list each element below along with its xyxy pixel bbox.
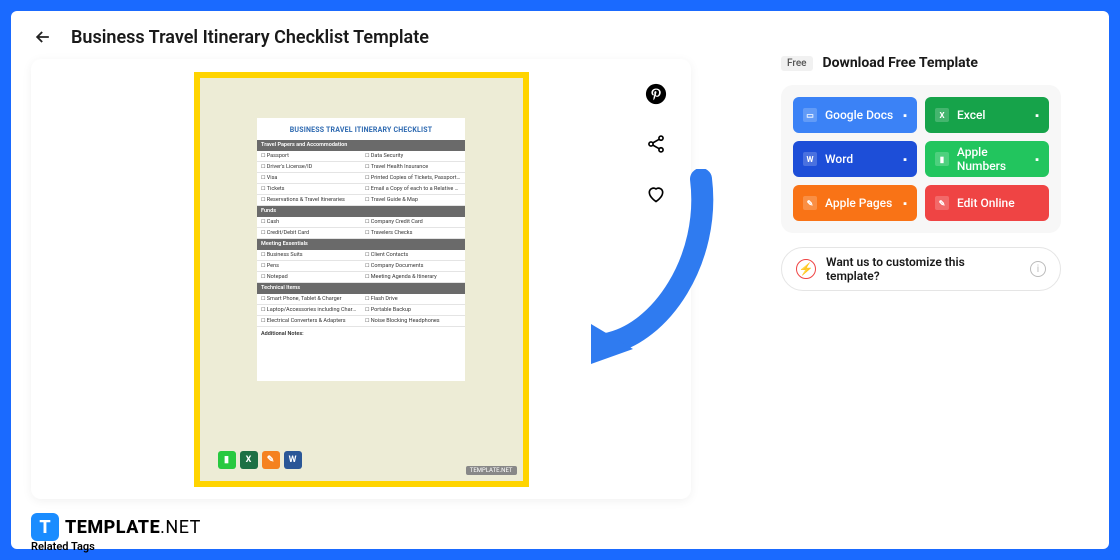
section-heading: Meeting Essentials	[257, 239, 465, 250]
free-badge: Free	[781, 56, 813, 71]
sidebar: Free Download Free Template ▭ Google Docs…	[781, 55, 1061, 499]
checklist-row: Driver's License/IDTravel Health Insuran…	[257, 162, 465, 173]
checklist-cell: Portable Backup	[361, 305, 465, 315]
checklist-row: Laptop/Accessories including ChargerPort…	[257, 305, 465, 316]
excel-icon: X	[240, 451, 258, 469]
checklist-cell: Client Contacts	[361, 250, 465, 260]
download-buttons-panel: ▭ Google Docs ▪ X Excel ▪ W Word ▪ ▮ Apple Numb…	[781, 85, 1061, 233]
section-heading: Funds	[257, 206, 465, 217]
share-icons	[645, 83, 667, 205]
checklist-row: Business SuitsClient Contacts	[257, 250, 465, 261]
checklist-cell: Company Credit Card	[361, 217, 465, 227]
checklist-cell: Flash Drive	[361, 294, 465, 304]
apple-numbers-button[interactable]: ▮ Apple Numbers▪	[925, 141, 1049, 177]
customize-button[interactable]: ⚡ Want us to customize this template? i	[781, 247, 1061, 291]
info-icon: i	[1030, 261, 1046, 277]
file-icon: ▪	[903, 109, 907, 122]
button-label: Excel	[957, 108, 985, 122]
logo-text: TEMPLATE.NET	[65, 517, 201, 538]
checklist-cell: Cash	[257, 217, 361, 227]
pages-btn-icon: ✎	[803, 196, 817, 210]
site-logo[interactable]: T TEMPLATE.NET	[31, 513, 201, 541]
back-button[interactable]	[31, 25, 55, 49]
checklist-row: TicketsEmail a Copy of each to a Relativ…	[257, 184, 465, 195]
customize-label: Want us to customize this template?	[826, 255, 1020, 283]
watermark-badge: TEMPLATE.NET	[466, 466, 517, 475]
preview-card: BUSINESS TRAVEL ITINERARY CHECKLIST Trav…	[31, 59, 691, 499]
word-btn-icon: W	[803, 152, 817, 166]
button-label: Google Docs	[825, 108, 893, 122]
checklist-cell: Travel Health Insurance	[361, 162, 465, 172]
pinterest-icon[interactable]	[645, 83, 667, 105]
checklist-cell: Smart Phone, Tablet & Charger	[257, 294, 361, 304]
file-icon: ▪	[1035, 153, 1039, 166]
file-icon: ▪	[903, 153, 907, 166]
template-preview: BUSINESS TRAVEL ITINERARY CHECKLIST Trav…	[194, 72, 529, 487]
checklist-cell: Visa	[257, 173, 361, 183]
numbers-icon: ▮	[218, 451, 236, 469]
word-button[interactable]: W Word ▪	[793, 141, 917, 177]
apple-pages-button[interactable]: ✎ Apple Pages ▪	[793, 185, 917, 221]
checklist-cell: Company Documents	[361, 261, 465, 271]
checklist-cell: Credit/Debit Card	[257, 228, 361, 238]
logo-icon: T	[31, 513, 59, 541]
checklist-cell: Data Security	[361, 151, 465, 161]
checklist-cell: Business Suits	[257, 250, 361, 260]
file-icon: ▪	[903, 197, 907, 210]
button-label: Edit Online	[957, 196, 1015, 210]
related-tags-heading: Related Tags	[31, 540, 95, 553]
header: Business Travel Itinerary Checklist Temp…	[31, 25, 1089, 49]
checklist-row: NotepadMeeting Agenda & Itinerary	[257, 272, 465, 283]
checklist-row: VisaPrinted Copies of Tickets, Passports…	[257, 173, 465, 184]
word-icon: W	[284, 451, 302, 469]
checklist-row: PensCompany Documents	[257, 261, 465, 272]
callout-arrow-icon	[561, 169, 721, 369]
checklist-row: Smart Phone, Tablet & ChargerFlash Drive	[257, 294, 465, 305]
checklist-cell: Meeting Agenda & Itinerary	[361, 272, 465, 282]
favorite-icon[interactable]	[645, 183, 667, 205]
excel-button[interactable]: X Excel ▪	[925, 97, 1049, 133]
share-icon[interactable]	[645, 133, 667, 155]
checklist-cell: Reservations & Travel Itineraries	[257, 195, 361, 205]
edit-icon: ✎	[935, 196, 949, 210]
document-preview: BUSINESS TRAVEL ITINERARY CHECKLIST Trav…	[257, 118, 465, 381]
checklist-cell: Travel Guide & Map	[361, 195, 465, 205]
doc-title: BUSINESS TRAVEL ITINERARY CHECKLIST	[257, 118, 465, 140]
file-icon: ▪	[1035, 109, 1039, 122]
format-icons: ▮ X ✎ W	[218, 451, 302, 469]
bolt-icon: ⚡	[796, 259, 816, 279]
edit-online-button[interactable]: ✎ Edit Online	[925, 185, 1049, 221]
checklist-row: PassportData Security	[257, 151, 465, 162]
checklist-cell: Printed Copies of Tickets, Passports, Em…	[361, 173, 465, 183]
google-docs-button[interactable]: ▭ Google Docs ▪	[793, 97, 917, 133]
checklist-cell: Travelers Checks	[361, 228, 465, 238]
checklist-row: Credit/Debit CardTravelers Checks	[257, 228, 465, 239]
section-heading: Technical Items	[257, 283, 465, 294]
checklist-row: CashCompany Credit Card	[257, 217, 465, 228]
button-label: Word	[825, 152, 853, 166]
section-heading: Travel Papers and Accommodation	[257, 140, 465, 151]
checklist-cell: Driver's License/ID	[257, 162, 361, 172]
checklist-cell: Laptop/Accessories including Charger	[257, 305, 361, 315]
excel-btn-icon: X	[935, 108, 949, 122]
checklist-cell: Pens	[257, 261, 361, 271]
checklist-cell: Noise Blocking Headphones	[361, 316, 465, 326]
notes-body	[257, 341, 465, 381]
notes-label: Additional Notes:	[257, 327, 465, 341]
checklist-row: Electrical Converters & AdaptersNoise Bl…	[257, 316, 465, 327]
numbers-btn-icon: ▮	[935, 152, 949, 166]
checklist-cell: Tickets	[257, 184, 361, 194]
download-header: Free Download Free Template	[781, 55, 1061, 71]
download-title: Download Free Template	[823, 55, 978, 71]
pages-icon: ✎	[262, 451, 280, 469]
checklist-cell: Electrical Converters & Adapters	[257, 316, 361, 326]
button-label: Apple Numbers	[957, 145, 1039, 173]
button-label: Apple Pages	[825, 196, 892, 210]
checklist-cell: Passport	[257, 151, 361, 161]
checklist-cell: Notepad	[257, 272, 361, 282]
checklist-cell: Email a Copy of each to a Relative or Fr…	[361, 184, 465, 194]
gdocs-icon: ▭	[803, 108, 817, 122]
page-title: Business Travel Itinerary Checklist Temp…	[71, 27, 429, 48]
checklist-row: Reservations & Travel ItinerariesTravel …	[257, 195, 465, 206]
